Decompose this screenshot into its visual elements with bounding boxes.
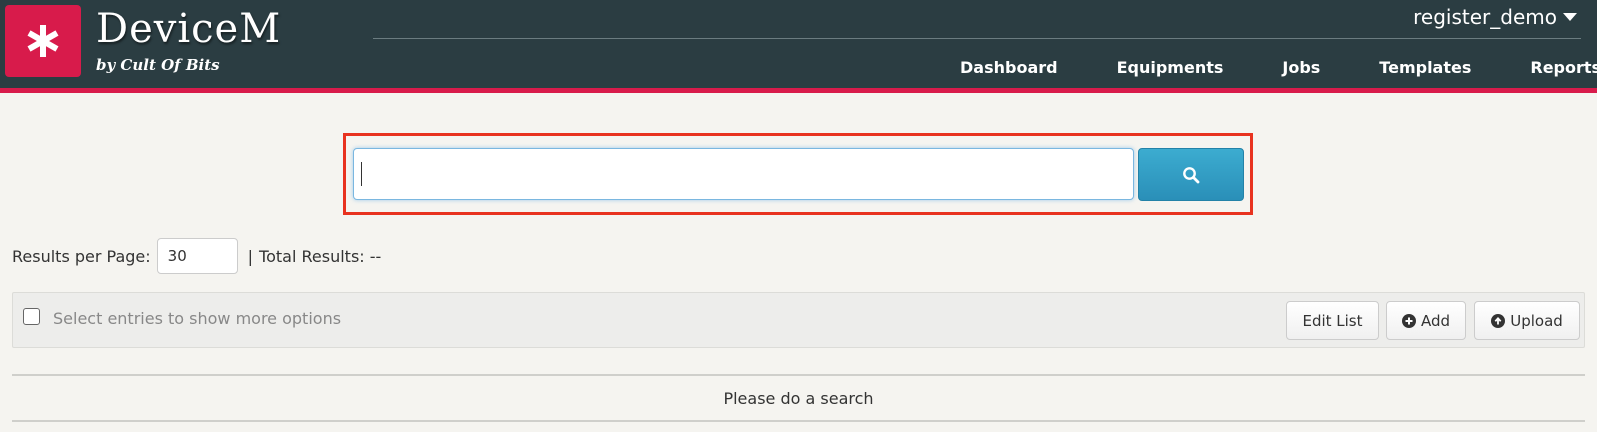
edit-list-label: Edit List — [1302, 311, 1363, 330]
top-header: DeviceM by Cult Of Bits register_demo Da… — [0, 0, 1597, 88]
user-name: register_demo — [1413, 5, 1557, 29]
search-input[interactable] — [353, 148, 1134, 200]
results-per-page-label: Results per Page: — [12, 246, 151, 266]
edit-list-button[interactable]: Edit List — [1286, 301, 1379, 340]
nav-jobs[interactable]: Jobs — [1282, 58, 1320, 78]
plus-circle-icon — [1401, 313, 1416, 328]
upload-button[interactable]: Upload — [1474, 301, 1580, 340]
header-accent-stripe — [0, 88, 1597, 93]
total-results: Total Results: -- — [259, 246, 382, 266]
brand-name: DeviceM — [96, 6, 282, 52]
caret-down-icon — [1563, 13, 1577, 21]
add-label: Add — [1420, 311, 1451, 330]
logo[interactable] — [5, 5, 81, 77]
nav-dashboard[interactable]: Dashboard — [960, 58, 1058, 78]
brand-tagline: by Cult Of Bits — [96, 56, 220, 74]
nav-equipments[interactable]: Equipments — [1117, 58, 1224, 78]
user-menu[interactable]: register_demo — [1413, 5, 1577, 29]
selection-hint: Select entries to show more options — [53, 309, 342, 328]
add-button[interactable]: Add — [1386, 301, 1466, 340]
nav-templates[interactable]: Templates — [1379, 58, 1471, 78]
select-all-checkbox[interactable] — [23, 308, 40, 325]
upload-label: Upload — [1510, 311, 1563, 330]
upload-circle-icon — [1491, 313, 1506, 328]
results-per-page-row: Results per Page: 30 | Total Results: -- — [12, 238, 381, 274]
results-message-text: Please do a search — [723, 388, 874, 408]
text-cursor — [361, 162, 362, 186]
main-nav: Dashboard Equipments Jobs Templates Repo… — [930, 58, 1597, 78]
list-toolbar: Select entries to show more options Edit… — [12, 292, 1585, 348]
nav-reports[interactable]: Reports — [1530, 58, 1597, 78]
results-message: Please do a search — [12, 374, 1585, 422]
asterisk-icon — [27, 25, 59, 57]
search-button[interactable] — [1138, 148, 1244, 201]
header-divider — [373, 38, 1581, 39]
search-icon — [1183, 166, 1200, 183]
results-separator: | — [247, 246, 254, 266]
results-per-page-input[interactable]: 30 — [156, 238, 238, 274]
